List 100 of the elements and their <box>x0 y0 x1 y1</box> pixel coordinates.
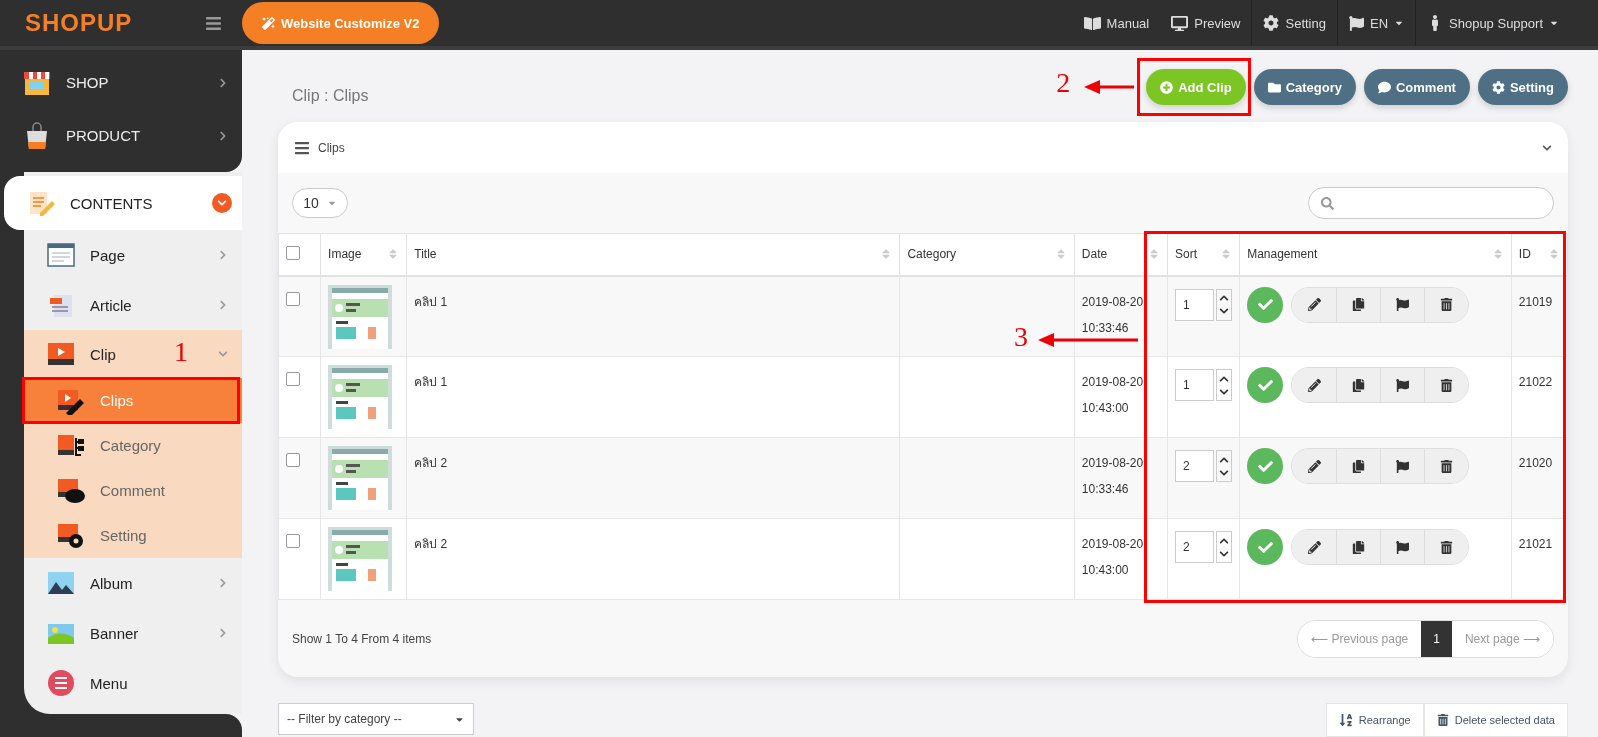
chevron-down-icon[interactable] <box>1219 548 1229 559</box>
publish-toggle[interactable] <box>1247 367 1284 403</box>
chevron-down-icon[interactable] <box>1219 386 1229 397</box>
annotation-number: 2 <box>1056 67 1071 99</box>
column-header[interactable]: ID <box>1518 247 1531 262</box>
rearrange-button[interactable]: Rearrange <box>1325 703 1424 737</box>
flag-icon <box>1396 298 1410 311</box>
delete-button[interactable] <box>1424 368 1469 402</box>
column-header[interactable]: Sort <box>1175 247 1198 262</box>
chevron-up-icon[interactable] <box>1219 293 1229 303</box>
collapse-chevron-icon[interactable] <box>1542 142 1552 153</box>
edit-button[interactable] <box>1292 368 1337 402</box>
flag-button[interactable] <box>1380 530 1425 564</box>
edit-button[interactable] <box>1292 287 1337 322</box>
action-button[interactable]: Category <box>1253 69 1356 105</box>
topbar-link[interactable]: Manual <box>1072 0 1161 46</box>
chevron-down-icon[interactable] <box>1219 467 1229 478</box>
chevron-right-icon <box>218 250 228 260</box>
column-header[interactable]: Title <box>414 247 437 262</box>
flag-button[interactable] <box>1380 368 1425 402</box>
action-button[interactable]: Comment <box>1364 69 1470 105</box>
settings-icon <box>1491 80 1505 94</box>
sidebar-subitem[interactable]: Category <box>24 423 242 468</box>
copy-button[interactable] <box>1336 449 1381 483</box>
time-text: 10:33:46 <box>1081 319 1130 337</box>
copy-button[interactable] <box>1336 530 1381 564</box>
topbar-link[interactable]: Preview <box>1160 0 1252 46</box>
stepper-control[interactable] <box>1216 531 1232 563</box>
copy-button[interactable] <box>1336 368 1381 402</box>
column-header[interactable]: Category <box>907 247 957 262</box>
flag-button[interactable] <box>1380 449 1425 483</box>
id-text: 21019 <box>1518 294 1553 309</box>
book-icon <box>1083 14 1101 32</box>
page-number[interactable]: 1 <box>1421 620 1452 657</box>
stepper-control[interactable] <box>1216 288 1232 321</box>
copy-icon <box>1352 298 1366 311</box>
sidebar-item[interactable]: Page <box>24 230 242 280</box>
page-size-select[interactable]: 10 <box>292 188 348 218</box>
delete-selected-button[interactable]: Delete selected data <box>1423 703 1568 737</box>
action-button[interactable]: Setting <box>1477 69 1568 105</box>
publish-toggle[interactable] <box>1247 286 1284 323</box>
stepper-control[interactable] <box>1216 369 1232 401</box>
flag-button[interactable] <box>1380 287 1425 322</box>
column-header[interactable]: Date <box>1081 247 1108 262</box>
search-icon <box>1321 196 1334 210</box>
time-text: 10:43:00 <box>1081 562 1130 579</box>
check-icon <box>1257 539 1273 555</box>
select-all-checkbox[interactable] <box>286 245 300 260</box>
search-field[interactable] <box>1308 187 1554 219</box>
video-player-icon <box>46 340 76 368</box>
chevron-down-icon[interactable] <box>1219 306 1229 316</box>
shopup-logo[interactable]: SHOPUP <box>0 9 205 37</box>
sort-input-field[interactable]: 2 <box>1175 531 1214 563</box>
sidebar-item[interactable]: Menu <box>24 658 242 708</box>
date-text: 2019-08-20 <box>1081 293 1145 311</box>
topbar-link[interactable]: Setting <box>1251 0 1337 46</box>
pencil-icon <box>1307 378 1321 392</box>
sidebar-item[interactable]: Banner <box>24 608 242 658</box>
sort-input-field[interactable]: 1 <box>1175 288 1214 321</box>
flag-icon <box>1396 459 1410 473</box>
publish-toggle[interactable] <box>1247 448 1284 484</box>
flag-icon <box>1348 15 1364 31</box>
sidebar-item[interactable]: Album <box>24 558 242 608</box>
copy-button[interactable] <box>1336 287 1381 322</box>
column-header[interactable]: Management <box>1247 247 1318 262</box>
stepper-control[interactable] <box>1216 450 1232 482</box>
chevron-down-icon <box>218 349 228 359</box>
category-filter-select[interactable]: -- Filter by category -- <box>278 703 474 735</box>
video-gear-icon <box>56 521 86 550</box>
row-checkbox[interactable] <box>286 453 300 467</box>
sidebar-item[interactable]: SHOP <box>0 56 242 109</box>
topbar-link[interactable]: Shopup Support <box>1415 0 1570 46</box>
landscape-photo-icon <box>46 569 76 597</box>
webpage-thumbnail-drawing <box>328 365 393 429</box>
sort-input-field[interactable]: 2 <box>1175 450 1214 482</box>
delete-button[interactable] <box>1424 449 1469 483</box>
video-speech-bubble-icon <box>56 476 86 505</box>
sidebar-item[interactable]: PRODUCT <box>0 109 242 162</box>
delete-button[interactable] <box>1424 287 1469 322</box>
delete-button[interactable] <box>1424 530 1469 564</box>
row-checkbox[interactable] <box>286 291 300 306</box>
menu-icon[interactable] <box>205 14 222 32</box>
list-icon <box>294 139 310 156</box>
id-text: 21020 <box>1518 456 1553 470</box>
row-checkbox[interactable] <box>286 372 300 386</box>
pencil-icon <box>1307 459 1321 473</box>
sidebar-subitem[interactable]: Comment <box>24 468 242 513</box>
sidebar-item[interactable]: Clip 1 <box>24 330 242 378</box>
row-checkbox[interactable] <box>286 534 300 548</box>
publish-toggle[interactable] <box>1247 529 1284 565</box>
edit-button[interactable] <box>1292 449 1337 483</box>
title-text: คลิป 1 <box>414 294 448 309</box>
sidebar-item[interactable]: Article <box>24 280 242 330</box>
edit-button[interactable] <box>1292 530 1337 564</box>
pencil-icon <box>1307 298 1321 311</box>
sidebar-section[interactable]: CONTENTS <box>4 176 242 230</box>
sidebar-subitem[interactable]: Setting <box>24 513 242 558</box>
topbar-link[interactable]: EN <box>1336 0 1416 46</box>
column-header[interactable]: Image <box>328 247 362 262</box>
sort-input-field[interactable]: 1 <box>1175 369 1214 401</box>
